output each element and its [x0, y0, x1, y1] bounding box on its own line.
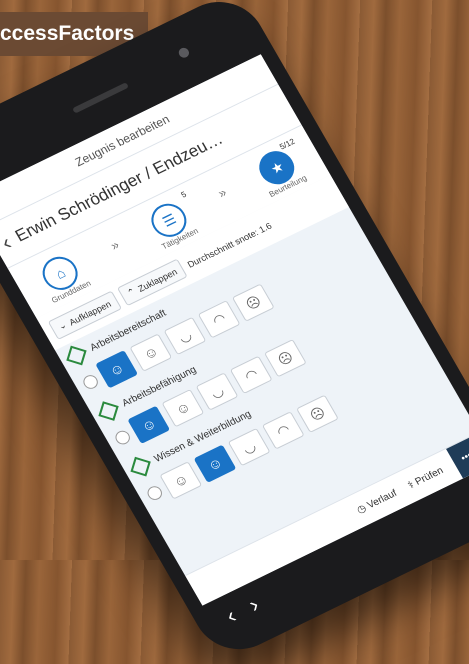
- speaker-grille: [72, 82, 129, 114]
- chevron-down-icon: ⌄: [56, 319, 69, 332]
- double-chevron-icon: »: [107, 236, 122, 254]
- very-happy-face-icon[interactable]: ☺: [159, 461, 203, 500]
- diamond-icon: [98, 401, 119, 421]
- diamond-icon: [130, 456, 151, 477]
- sad-face-icon[interactable]: ☹: [231, 283, 275, 322]
- unhappy-face-icon[interactable]: ◠: [229, 355, 273, 395]
- history-button[interactable]: ◷ Verlauf: [355, 488, 399, 516]
- neutral-face-icon[interactable]: ◡: [227, 427, 271, 467]
- more-options-icon[interactable]: •••: [446, 437, 469, 479]
- radio-button[interactable]: [112, 428, 133, 447]
- camera-dot: [176, 46, 191, 60]
- neutral-face-icon[interactable]: ◡: [163, 316, 207, 356]
- neutral-face-icon[interactable]: ◡: [195, 372, 239, 411]
- very-happy-face-icon[interactable]: ☺: [95, 350, 139, 389]
- radio-button[interactable]: [144, 483, 165, 503]
- very-happy-face-icon[interactable]: ☺: [127, 405, 171, 444]
- unhappy-face-icon[interactable]: ◠: [261, 411, 305, 450]
- chevron-up-icon: ⌃: [125, 286, 138, 299]
- step-badge: 5/12: [277, 136, 297, 152]
- happy-face-icon[interactable]: ☺: [193, 444, 237, 483]
- double-chevron-icon: »: [215, 184, 230, 201]
- step-badge: 5: [179, 189, 188, 200]
- sad-face-icon[interactable]: ☹: [263, 339, 307, 378]
- radio-button[interactable]: [80, 372, 101, 392]
- nav-forward-icon[interactable]: ›: [244, 592, 264, 618]
- happy-face-icon[interactable]: ☺: [161, 389, 205, 428]
- nav-back-icon[interactable]: ‹: [221, 603, 241, 629]
- check-button[interactable]: ⚕ Prüfen: [406, 465, 445, 491]
- diamond-icon: [66, 345, 87, 366]
- unhappy-face-icon[interactable]: ◠: [197, 300, 241, 339]
- sad-face-icon[interactable]: ☹: [296, 394, 339, 433]
- phone-device: Zeugnis bearbeiten ‹ Erwin Schrödinger /…: [0, 0, 469, 664]
- happy-face-icon[interactable]: ☺: [129, 333, 173, 372]
